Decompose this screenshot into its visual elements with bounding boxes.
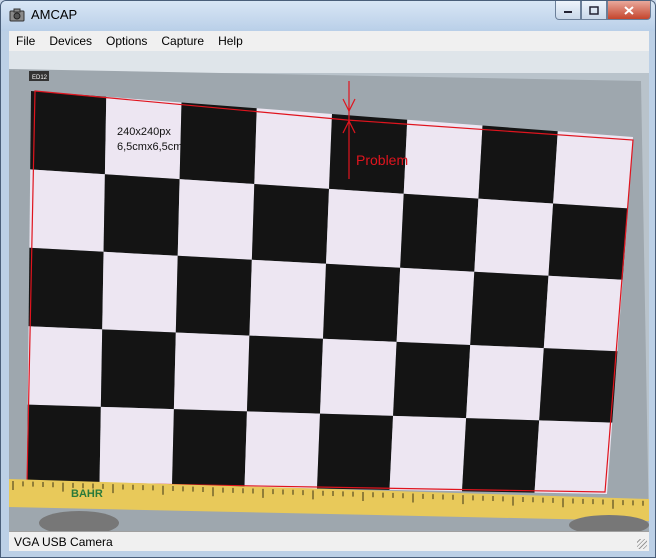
checker-square bbox=[393, 341, 471, 419]
checker-square bbox=[173, 332, 250, 412]
menu-file[interactable]: File bbox=[9, 34, 42, 48]
camera-app-icon bbox=[9, 8, 25, 22]
menu-capture[interactable]: Capture bbox=[154, 34, 211, 48]
size-label-px: 240x240px bbox=[117, 126, 171, 138]
window-title: AMCAP bbox=[31, 7, 78, 22]
checker-square bbox=[470, 271, 549, 349]
checker-square bbox=[28, 247, 104, 330]
checker-square bbox=[548, 203, 628, 280]
problem-annotation: Problem bbox=[356, 152, 408, 168]
checker-square bbox=[177, 179, 255, 260]
size-label-cm: 6,5cmx6,5cm bbox=[117, 141, 182, 153]
video-preview: ED12 240x240px 6,5cmx6,5cm Problem BAHR bbox=[9, 51, 649, 531]
checker-square bbox=[396, 267, 475, 345]
checker-square bbox=[400, 193, 479, 272]
checker-square bbox=[246, 335, 323, 414]
checker-square bbox=[27, 326, 103, 407]
checker-square bbox=[249, 259, 326, 339]
checker-square bbox=[553, 131, 633, 209]
checker-square bbox=[317, 413, 394, 490]
minimize-icon bbox=[564, 11, 572, 13]
checker-square bbox=[466, 344, 544, 421]
checker-square bbox=[244, 411, 320, 489]
checker-square bbox=[539, 348, 618, 423]
checker-square bbox=[254, 108, 332, 189]
status-bar: VGA USB Camera bbox=[9, 531, 649, 551]
close-button[interactable] bbox=[607, 1, 651, 20]
menu-devices[interactable]: Devices bbox=[42, 34, 99, 48]
checker-square bbox=[323, 263, 401, 342]
checker-square bbox=[320, 338, 397, 416]
title-bar[interactable]: AMCAP bbox=[1, 1, 655, 31]
camera-frame: ED12 240x240px 6,5cmx6,5cm Problem BAHR bbox=[9, 51, 649, 531]
close-icon bbox=[624, 5, 634, 15]
checker-square bbox=[102, 251, 178, 333]
maximize-button[interactable] bbox=[581, 1, 607, 20]
checker-square bbox=[29, 169, 105, 252]
menu-help[interactable]: Help bbox=[211, 34, 250, 48]
checker-square bbox=[172, 409, 247, 488]
menu-bar: File Devices Options Capture Help bbox=[9, 31, 649, 51]
checker-square bbox=[462, 418, 540, 493]
checker-square bbox=[478, 125, 558, 204]
status-text: VGA USB Camera bbox=[14, 535, 113, 549]
amcap-window: AMCAP File Devices Options Capture Help … bbox=[0, 0, 656, 558]
maximize-icon bbox=[589, 5, 599, 15]
resize-grip[interactable] bbox=[637, 539, 647, 549]
monitor-badge-text: ED12 bbox=[32, 75, 48, 81]
checker-square bbox=[389, 415, 467, 492]
checker-square bbox=[474, 198, 554, 276]
checker-square bbox=[251, 184, 329, 264]
checker-square bbox=[534, 420, 613, 494]
checker-square bbox=[326, 188, 404, 268]
checker-square bbox=[403, 119, 483, 199]
checker-square bbox=[175, 255, 252, 336]
ruler-brand: BAHR bbox=[71, 488, 103, 500]
menu-options[interactable]: Options bbox=[99, 34, 154, 48]
checker-square bbox=[30, 91, 107, 175]
minimize-button[interactable] bbox=[555, 1, 581, 20]
checker-square bbox=[99, 406, 174, 486]
checker-square bbox=[179, 102, 257, 185]
checker-square bbox=[27, 404, 101, 485]
checker-square bbox=[543, 275, 623, 352]
checker-square bbox=[100, 329, 176, 410]
checker-square bbox=[103, 174, 180, 256]
